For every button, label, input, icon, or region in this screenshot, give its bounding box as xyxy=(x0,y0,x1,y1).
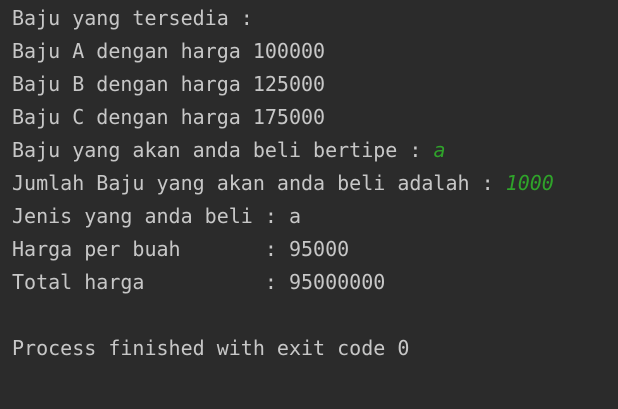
process-exit-line: Process finished with exit code 0 xyxy=(12,336,410,360)
prompt-text: Jumlah Baju yang akan anda beli adalah : xyxy=(12,171,506,195)
user-input-quantity: 1000 xyxy=(505,171,554,195)
prompt-line-quantity: Jumlah Baju yang akan anda beli adalah :… xyxy=(12,170,618,203)
output-line-harga-per-buah: Harga per buah : 95000 xyxy=(12,237,350,261)
output-line-total-harga: Total harga : 95000000 xyxy=(12,270,386,294)
console-output: Baju yang tersedia : Baju A dengan harga… xyxy=(0,0,618,409)
output-line-baju-c: Baju C dengan harga 175000 xyxy=(12,105,326,129)
prompt-line-type: Baju yang akan anda beli bertipe : a xyxy=(12,137,618,170)
output-line-baju-a: Baju A dengan harga 100000 xyxy=(12,39,326,63)
user-input-type: a xyxy=(433,138,446,162)
output-line-header: Baju yang tersedia : xyxy=(12,6,253,30)
output-line-jenis: Jenis yang anda beli : a xyxy=(12,204,301,228)
output-line-baju-b: Baju B dengan harga 125000 xyxy=(12,72,326,96)
prompt-text: Baju yang akan anda beli bertipe : xyxy=(12,138,434,162)
output-line-blank xyxy=(12,302,618,335)
